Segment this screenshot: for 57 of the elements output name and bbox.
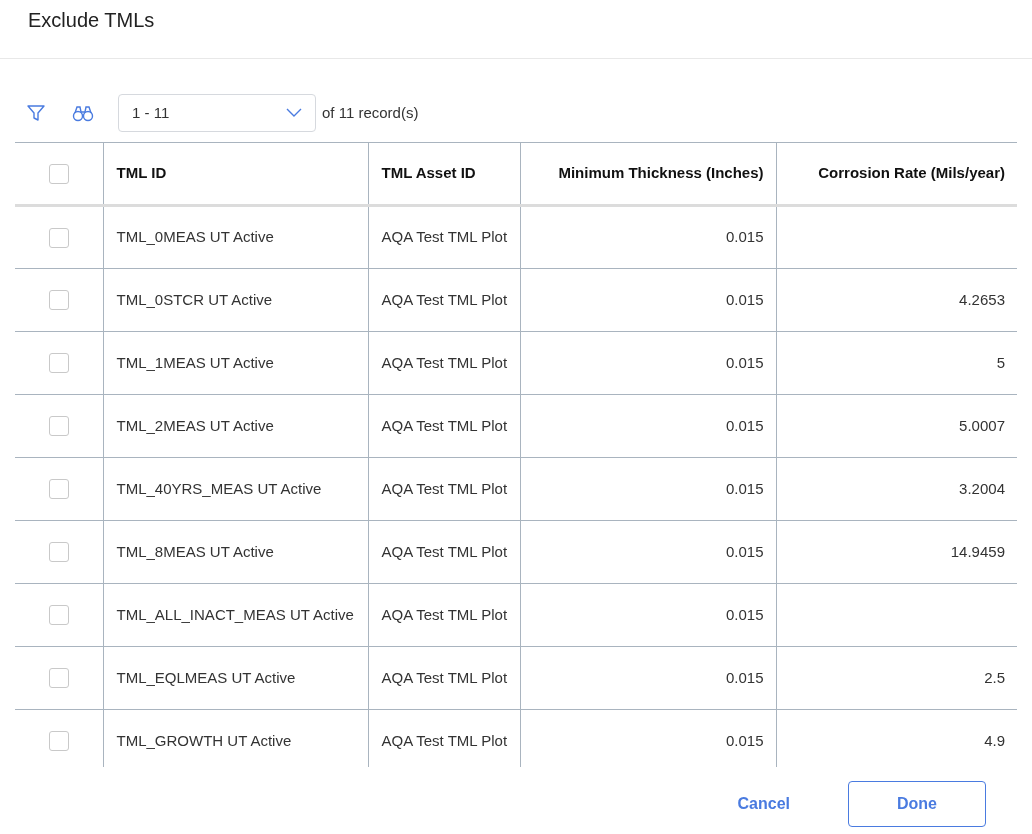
column-header[interactable]: Corrosion Rate (Mils/year) bbox=[818, 164, 1005, 182]
binoculars-icon[interactable] bbox=[72, 104, 94, 122]
column-header[interactable]: TML ID bbox=[116, 164, 167, 182]
table-cell: TML_8MEAS UT Active bbox=[116, 542, 274, 560]
range-dropdown[interactable]: 1 - 11 bbox=[118, 94, 316, 132]
table-cell: AQA Test TML Plot bbox=[381, 353, 508, 371]
table-cell: TML_40YRS_MEAS UT Active bbox=[116, 479, 322, 497]
table-cell: 0.015 bbox=[725, 605, 764, 623]
cancel-button[interactable]: Cancel bbox=[725, 782, 802, 826]
table-cell: AQA Test TML Plot bbox=[381, 542, 508, 560]
table-cell: 4.2653 bbox=[959, 290, 1005, 308]
table-cell: TML_1MEAS UT Active bbox=[116, 353, 274, 371]
checkbox[interactable] bbox=[48, 731, 69, 751]
table-cell: 2.5 bbox=[984, 668, 1005, 686]
done-button[interactable]: Done bbox=[848, 781, 986, 827]
checkbox[interactable] bbox=[48, 668, 69, 688]
table-cell: TML_EQLMEAS UT Active bbox=[116, 668, 296, 686]
table-cell: 0.015 bbox=[725, 731, 764, 749]
checkbox[interactable] bbox=[48, 605, 69, 625]
table-cell: 14.9459 bbox=[950, 542, 1005, 560]
table-cell: AQA Test TML Plot bbox=[381, 479, 508, 497]
record-count: of 11 record(s) bbox=[322, 102, 419, 123]
table-cell: 0.015 bbox=[725, 228, 764, 246]
table-cell: 3.2004 bbox=[959, 479, 1005, 497]
table-cell: 5.0007 bbox=[959, 416, 1005, 434]
table-cell: TML_2MEAS UT Active bbox=[116, 416, 274, 434]
column-header[interactable]: Minimum Thickness (Inches) bbox=[558, 164, 764, 182]
checkbox[interactable] bbox=[48, 227, 69, 248]
checkbox[interactable] bbox=[48, 353, 69, 373]
table-cell: 0.015 bbox=[725, 479, 764, 497]
table-cell: 4.9 bbox=[984, 731, 1005, 749]
table-cell: AQA Test TML Plot bbox=[381, 228, 508, 246]
table-cell: TML_GROWTH UT Active bbox=[116, 731, 292, 749]
filter-icon[interactable] bbox=[26, 103, 46, 123]
table-cell: 0.015 bbox=[725, 290, 764, 308]
table-cell: 0.015 bbox=[725, 416, 764, 434]
table-cell: 0.015 bbox=[725, 668, 764, 686]
checkbox[interactable] bbox=[48, 479, 69, 499]
table-cell: 0.015 bbox=[725, 542, 764, 560]
table-cell: 5 bbox=[996, 353, 1005, 371]
table-cell: TML_0MEAS UT Active bbox=[116, 228, 274, 246]
range-value: 1 - 11 bbox=[132, 102, 170, 123]
checkbox[interactable] bbox=[48, 542, 69, 562]
table-cell: TML_ALL_INACT_MEAS UT Active bbox=[116, 605, 354, 623]
column-header[interactable]: TML Asset ID bbox=[381, 164, 476, 182]
table-cell: AQA Test TML Plot bbox=[381, 668, 508, 686]
checkbox[interactable] bbox=[48, 290, 69, 310]
table-cell: AQA Test TML Plot bbox=[381, 416, 508, 434]
table-cell: 0.015 bbox=[725, 353, 764, 371]
chevron-down-icon bbox=[286, 108, 302, 118]
dialog-title: Exclude TMLs bbox=[28, 8, 155, 33]
table-cell: AQA Test TML Plot bbox=[381, 290, 508, 308]
checkbox[interactable] bbox=[48, 163, 69, 184]
table-cell: TML_0STCR UT Active bbox=[116, 290, 273, 308]
table-cell: AQA Test TML Plot bbox=[381, 605, 508, 623]
table-cell: AQA Test TML Plot bbox=[381, 731, 508, 749]
checkbox[interactable] bbox=[48, 416, 69, 436]
